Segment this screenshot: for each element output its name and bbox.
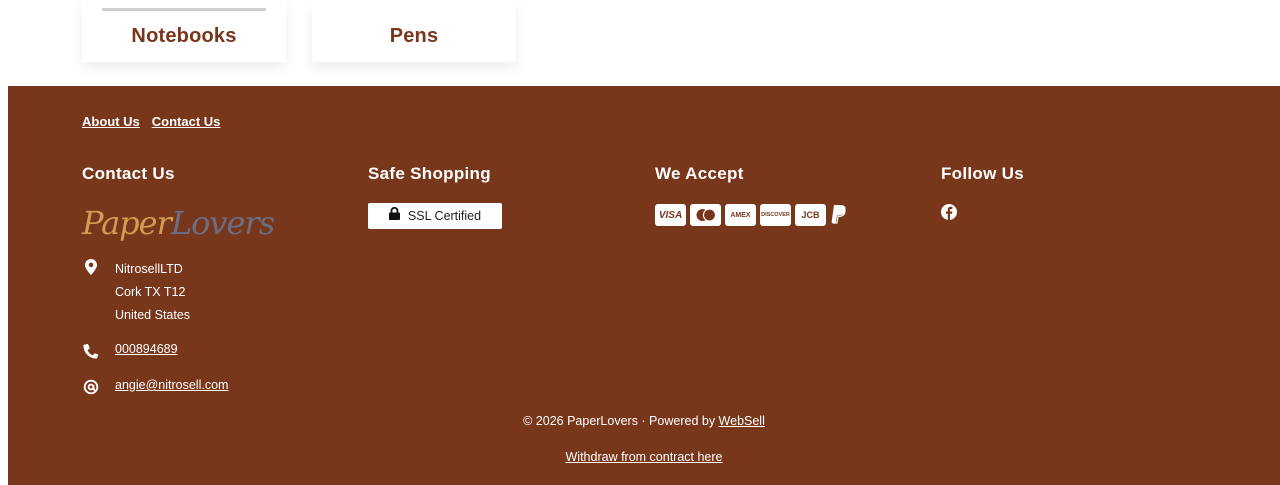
discover-icon: DISCOVER bbox=[760, 204, 791, 226]
paperlovers-logo: PaperLovers bbox=[82, 204, 275, 248]
address-row: NitrosellLTD Cork TX T12 United States bbox=[82, 258, 190, 327]
withdraw-line: Withdraw from contract here bbox=[8, 450, 1280, 464]
we-accept-column: We Accept bbox=[655, 164, 744, 184]
phone-icon bbox=[82, 342, 100, 360]
about-us-link[interactable]: About Us bbox=[82, 114, 140, 129]
we-accept-heading: We Accept bbox=[655, 164, 744, 183]
category-card-notebooks[interactable]: Notebooks bbox=[82, 0, 286, 62]
footer-top-links: About Us Contact Us bbox=[82, 114, 220, 129]
contact-column: Contact Us bbox=[82, 164, 175, 184]
contact-heading: Contact Us bbox=[82, 164, 175, 183]
withdraw-contract-link[interactable]: Withdraw from contract here bbox=[566, 450, 723, 464]
category-label: Notebooks bbox=[131, 24, 237, 47]
amex-icon: AMEX bbox=[725, 204, 756, 226]
category-card-pens[interactable]: Pens bbox=[312, 0, 516, 62]
paypal-icon bbox=[830, 204, 848, 226]
page: Notebooks Pens About Us Contact Us Conta… bbox=[0, 0, 1280, 485]
category-cards: Notebooks Pens bbox=[82, 0, 516, 62]
phone-row: 000894689 bbox=[82, 342, 178, 360]
safe-shopping-heading: Safe Shopping bbox=[368, 164, 491, 183]
facebook-icon[interactable] bbox=[941, 204, 957, 220]
follow-us-heading: Follow Us bbox=[941, 164, 1024, 183]
payment-methods: VISA AMEX DISCOVER JCB bbox=[655, 204, 848, 226]
logo-part-paper: Paper bbox=[82, 204, 172, 242]
at-sign-icon bbox=[82, 378, 100, 396]
visa-icon: VISA bbox=[655, 204, 686, 226]
address-line-company: NitrosellLTD bbox=[115, 262, 183, 276]
lock-icon bbox=[388, 206, 400, 225]
websell-link[interactable]: WebSell bbox=[719, 414, 765, 428]
email-link[interactable]: angie@nitrosell.com bbox=[115, 378, 228, 392]
ssl-certified-badge: SSL Certified bbox=[368, 203, 502, 229]
address-line-city: Cork TX T12 bbox=[115, 285, 186, 299]
address-line-country: United States bbox=[115, 308, 191, 322]
category-label: Pens bbox=[389, 24, 439, 47]
logo-part-lovers: Lovers bbox=[170, 204, 275, 242]
email-row: angie@nitrosell.com bbox=[82, 378, 228, 396]
address-lines: NitrosellLTD Cork TX T12 United States bbox=[115, 258, 190, 327]
contact-us-link[interactable]: Contact Us bbox=[152, 114, 221, 129]
jcb-icon: JCB bbox=[795, 204, 826, 226]
ssl-label: SSL Certified bbox=[407, 209, 482, 223]
copyright-text: © 2026 PaperLovers · Powered by bbox=[523, 414, 719, 428]
copyright-line: © 2026 PaperLovers · Powered by WebSell bbox=[8, 414, 1280, 428]
location-pin-icon bbox=[82, 258, 100, 276]
phone-link[interactable]: 000894689 bbox=[115, 342, 178, 356]
safe-shopping-column: Safe Shopping bbox=[368, 164, 491, 184]
mastercard-icon bbox=[690, 204, 721, 226]
site-footer: About Us Contact Us Contact Us PaperLove… bbox=[8, 86, 1280, 485]
follow-us-column: Follow Us bbox=[941, 164, 1024, 184]
